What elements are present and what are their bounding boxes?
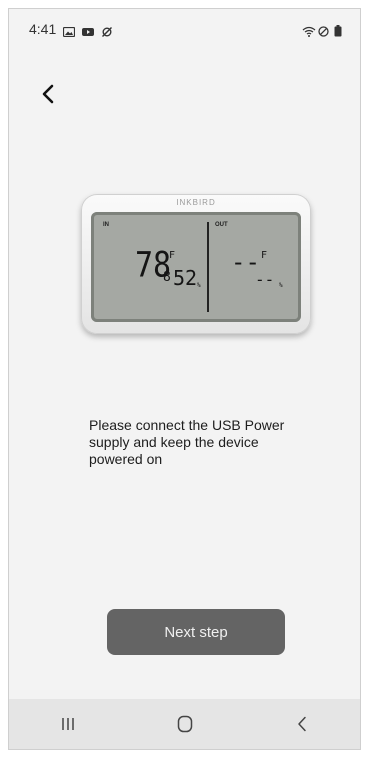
lcd-in-humidity-unit: % bbox=[197, 282, 201, 289]
lcd-in-temp-unit: F bbox=[169, 250, 176, 261]
app-screen: 4:41 INKBIRD IN OUT 78 8 F 52 % -- F -- … bbox=[8, 8, 361, 750]
status-left: 4:41 bbox=[29, 21, 113, 38]
next-step-button[interactable]: Next step bbox=[107, 609, 285, 655]
thermometer-device-image: INKBIRD IN OUT 78 8 F 52 % -- F -- % bbox=[81, 194, 311, 334]
navigation-bar bbox=[9, 699, 360, 749]
chevron-left-icon bbox=[42, 84, 54, 104]
status-right bbox=[302, 24, 346, 37]
lcd-out-temp-unit: F bbox=[261, 250, 268, 261]
home-button[interactable] bbox=[165, 704, 205, 744]
lcd-screen: IN OUT 78 8 F 52 % -- F -- % bbox=[91, 212, 301, 322]
nav-back-button[interactable] bbox=[282, 704, 322, 744]
battery-icon bbox=[334, 24, 346, 37]
youtube-icon bbox=[82, 24, 95, 36]
recent-apps-button[interactable] bbox=[48, 704, 88, 744]
instruction-message: Please connect the USB Power supply and … bbox=[89, 417, 285, 467]
do-not-disturb-icon bbox=[318, 24, 330, 37]
status-time: 4:41 bbox=[29, 21, 57, 37]
back-button[interactable] bbox=[33, 79, 63, 109]
sync-off-icon bbox=[101, 24, 113, 37]
recent-apps-icon bbox=[61, 718, 74, 730]
lcd-divider bbox=[207, 222, 209, 312]
lcd-in-humidity: 52 bbox=[173, 266, 198, 290]
lcd-out-humidity: -- bbox=[255, 270, 275, 289]
gallery-icon bbox=[63, 24, 76, 38]
lcd-out-humidity-unit: % bbox=[279, 282, 283, 289]
home-icon bbox=[177, 715, 192, 733]
lcd-out-label: OUT bbox=[215, 222, 228, 228]
device-brand: INKBIRD bbox=[176, 198, 216, 207]
wifi-icon bbox=[302, 24, 316, 37]
lcd-in-temp-decimal: 8 bbox=[163, 270, 171, 285]
back-icon bbox=[297, 716, 306, 732]
lcd-in-label: IN bbox=[103, 222, 109, 228]
status-bar: 4:41 bbox=[9, 9, 360, 49]
